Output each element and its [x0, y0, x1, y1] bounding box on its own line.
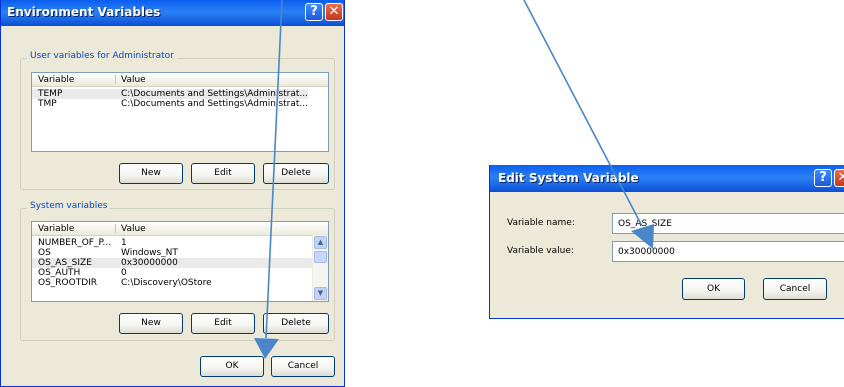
- value-cell: C:\Documents and Settings\Administrat...: [121, 99, 308, 109]
- value-cell: C:\Discovery\OStore: [121, 278, 212, 288]
- value-cell: 1: [121, 238, 127, 248]
- variable-value-label: Variable value:: [507, 246, 574, 256]
- variable-name-field[interactable]: [612, 213, 844, 234]
- list-item[interactable]: OS_ROOTDIR C:\Discovery\OStore: [32, 278, 314, 288]
- user-variables-group: User variables for Administrator Variabl…: [20, 51, 335, 190]
- column-separator[interactable]: [115, 224, 116, 233]
- cancel-button[interactable]: Cancel: [763, 278, 827, 300]
- column-separator[interactable]: [115, 75, 116, 84]
- variable-cell: TMP: [38, 99, 57, 109]
- system-edit-button[interactable]: Edit: [191, 313, 255, 334]
- title-bar[interactable]: Edit System Variable ? ✕: [490, 165, 844, 192]
- chevron-down-icon[interactable]: ▼: [314, 287, 327, 300]
- edit-system-variable-dialog: Edit System Variable ? ✕ Variable name: …: [489, 165, 844, 319]
- column-header-variable[interactable]: Variable: [38, 75, 74, 85]
- system-variables-group: System variables Variable Value NUMBER_O…: [20, 201, 335, 341]
- close-icon[interactable]: ✕: [325, 3, 343, 21]
- variable-cell: TEMP: [38, 89, 63, 99]
- close-icon[interactable]: ✕: [834, 169, 844, 187]
- user-edit-button[interactable]: Edit: [191, 163, 255, 184]
- variable-cell: OS_ROOTDIR: [38, 278, 98, 288]
- variable-cell: OS: [38, 248, 51, 258]
- value-cell: 0: [121, 268, 127, 278]
- value-cell: C:\Documents and Settings\Administrat...: [121, 89, 308, 99]
- column-header-value[interactable]: Value: [121, 75, 146, 85]
- variable-name-label: Variable name:: [507, 218, 575, 228]
- ok-button[interactable]: OK: [200, 356, 264, 377]
- help-icon[interactable]: ?: [814, 169, 832, 187]
- dialog-title: Environment Variables: [7, 5, 161, 19]
- value-cell: 0x30000000: [121, 258, 178, 268]
- system-variables-list[interactable]: Variable Value NUMBER_OF_P... 1 OS Windo…: [31, 221, 329, 302]
- system-delete-button[interactable]: Delete: [263, 313, 329, 334]
- column-header-variable[interactable]: Variable: [38, 224, 74, 234]
- list-item[interactable]: TMP C:\Documents and Settings\Administra…: [32, 99, 308, 109]
- list-item[interactable]: TEMP C:\Documents and Settings\Administr…: [32, 89, 308, 99]
- variable-cell: OS_AUTH: [38, 268, 81, 278]
- column-header-value[interactable]: Value: [121, 224, 146, 234]
- list-item[interactable]: OS Windows_NT: [32, 248, 314, 258]
- list-item[interactable]: NUMBER_OF_P... 1: [32, 238, 314, 248]
- chevron-up-icon[interactable]: ▲: [314, 236, 327, 249]
- user-variables-label: User variables for Administrator: [27, 51, 177, 61]
- system-variables-label: System variables: [27, 201, 111, 211]
- variable-cell: OS_AS_SIZE: [38, 258, 92, 268]
- list-header: Variable Value: [32, 73, 328, 87]
- environment-variables-dialog: Environment Variables ? ✕ User variables…: [0, 0, 345, 387]
- list-item-selected[interactable]: OS_AS_SIZE 0x30000000: [32, 258, 314, 268]
- user-variables-list[interactable]: Variable Value TEMP C:\Documents and Set…: [31, 72, 329, 152]
- list-item[interactable]: OS_AUTH 0: [32, 268, 314, 278]
- user-delete-button[interactable]: Delete: [263, 163, 329, 184]
- variable-cell: NUMBER_OF_P...: [38, 238, 112, 248]
- ok-button[interactable]: OK: [682, 278, 745, 300]
- cancel-button[interactable]: Cancel: [271, 356, 335, 377]
- dialog-title: Edit System Variable: [498, 171, 639, 185]
- vertical-scrollbar[interactable]: ▲ ▼: [312, 235, 328, 301]
- scrollbar-thumb[interactable]: [314, 251, 327, 263]
- system-new-button[interactable]: New: [119, 313, 183, 334]
- user-new-button[interactable]: New: [119, 163, 183, 184]
- value-cell: Windows_NT: [121, 248, 178, 258]
- list-header: Variable Value: [32, 222, 328, 236]
- title-bar[interactable]: Environment Variables ? ✕: [1, 0, 344, 26]
- help-icon[interactable]: ?: [305, 3, 323, 21]
- variable-value-field[interactable]: [612, 241, 844, 262]
